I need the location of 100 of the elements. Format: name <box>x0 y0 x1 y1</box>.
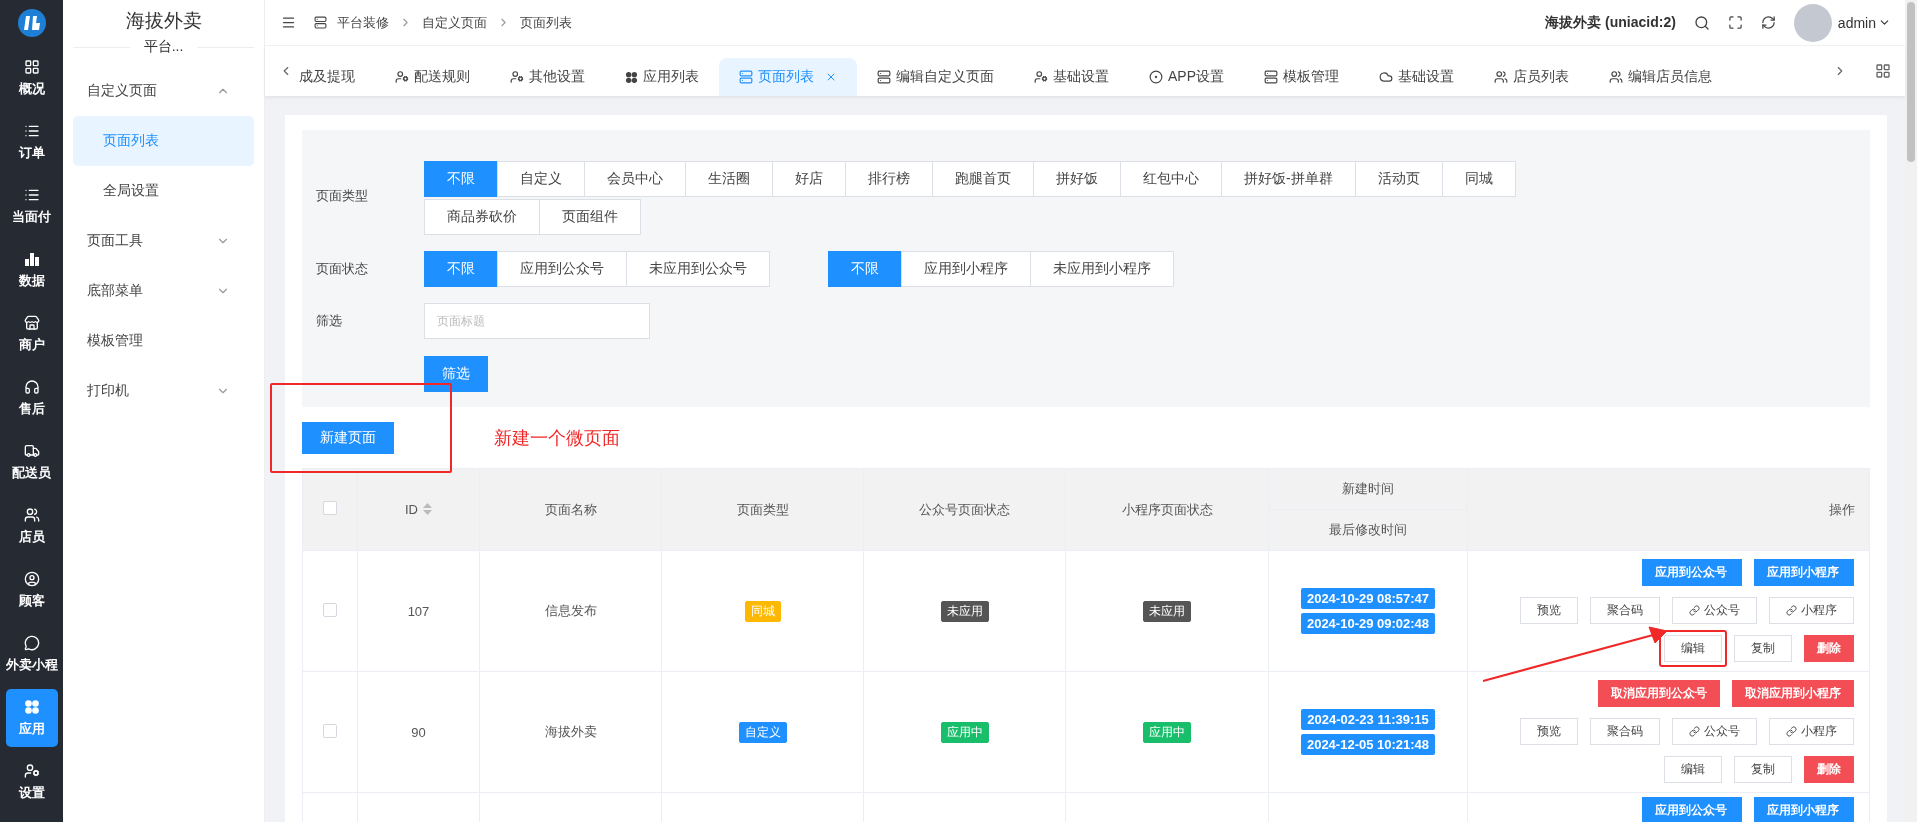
filter-option[interactable]: 同城 <box>1441 161 1516 197</box>
apps-icon <box>23 698 40 715</box>
nav-item[interactable]: 商户 <box>5 305 58 363</box>
menu-group[interactable]: 页面工具 <box>73 216 254 266</box>
nav-item[interactable]: 售后 <box>5 369 58 427</box>
nav-item[interactable]: 数据 <box>5 241 58 299</box>
action-button[interactable]: 编辑 <box>1664 756 1722 783</box>
tab[interactable]: 基础设置 <box>1014 58 1129 96</box>
filter-option[interactable]: 好店 <box>772 161 846 197</box>
column-header: 最后修改时间 <box>1268 509 1468 551</box>
action-button[interactable]: 取消应用到公众号 <box>1598 680 1720 707</box>
filter-option[interactable]: 生活圈 <box>685 161 773 197</box>
time-tag: 2024-10-29 08:57:47 <box>1300 588 1436 609</box>
store-icon <box>23 314 40 331</box>
nav-item[interactable]: 设置 <box>5 753 58 811</box>
action-button[interactable]: 编辑 <box>1664 635 1722 662</box>
filter-option[interactable]: 未应用到公众号 <box>626 251 770 287</box>
menu-group[interactable]: 打印机 <box>73 366 254 416</box>
filter-option[interactable]: 应用到小程序 <box>901 251 1031 287</box>
fullscreen-icon[interactable] <box>1727 15 1743 30</box>
time-tag: 2024-12-05 10:21:48 <box>1300 734 1436 755</box>
nav-item[interactable]: 外卖小程 <box>5 625 58 683</box>
menu-toggle-icon[interactable] <box>281 15 296 30</box>
checkbox[interactable] <box>323 602 337 617</box>
filter-option[interactable]: 拼好饭 <box>1033 161 1121 197</box>
action-button[interactable]: 删除 <box>1804 635 1854 662</box>
refresh-icon[interactable] <box>1760 15 1776 30</box>
avatar <box>1793 3 1832 42</box>
sidebar-title: 海拔外卖 <box>124 9 203 33</box>
action-button[interactable]: 预览 <box>1520 597 1578 624</box>
nav-item[interactable]: 配送员 <box>5 433 58 491</box>
menu-item[interactable]: 模板管理 <box>73 316 254 366</box>
nav-item[interactable]: 概况 <box>5 49 58 107</box>
menu-group[interactable]: 底部菜单 <box>73 266 254 316</box>
breadcrumb-link[interactable]: 页面列表 <box>520 13 572 32</box>
filter-label: 页面状态 <box>316 260 369 278</box>
filter-option[interactable]: 活动页 <box>1354 161 1443 197</box>
nav-item[interactable]: 订单 <box>5 113 58 171</box>
filter-label: 筛选 <box>316 312 343 330</box>
close-icon[interactable] <box>825 71 837 83</box>
action-button[interactable]: 复制 <box>1734 756 1792 783</box>
tab[interactable]: 成及提现 <box>299 58 375 96</box>
grid-icon[interactable] <box>1875 63 1891 79</box>
checkbox[interactable] <box>323 501 337 515</box>
server-icon <box>1264 70 1278 84</box>
filter-option[interactable]: 红包中心 <box>1120 161 1222 197</box>
filter-option[interactable]: 应用到公众号 <box>497 251 627 287</box>
menu-group[interactable]: 自定义页面 <box>73 66 254 116</box>
column-header: 新建时间 <box>1268 468 1468 510</box>
filter-option[interactable]: 拼好饭-拼单群 <box>1221 161 1356 197</box>
action-button[interactable]: 聚合码 <box>1590 718 1660 745</box>
breadcrumb-link[interactable]: 自定义页面 <box>422 13 487 32</box>
logo-icon <box>16 8 47 38</box>
status-tag: 应用中 <box>1143 721 1191 743</box>
action-button[interactable]: 聚合码 <box>1590 597 1660 624</box>
filter-option[interactable]: 自定义 <box>497 161 585 197</box>
type-tag: 自定义 <box>738 721 787 743</box>
tab[interactable]: 店员列表 <box>1474 58 1589 96</box>
column-header: 小程序页面状态 <box>1065 468 1269 551</box>
link-button[interactable]: 公众号 <box>1672 718 1757 745</box>
breadcrumb-link[interactable]: 平台装修 <box>337 13 389 32</box>
table-cell: 信息发布 <box>544 603 597 618</box>
column-header: 公众号页面状态 <box>863 468 1066 551</box>
action-button[interactable]: 复制 <box>1734 635 1792 662</box>
table-cell: 90 <box>411 724 426 740</box>
link-button[interactable]: 公众号 <box>1672 597 1757 624</box>
tab[interactable]: 模板管理 <box>1244 58 1359 96</box>
user-menu[interactable]: admin <box>1837 14 1891 31</box>
search-icon[interactable] <box>1693 14 1710 31</box>
search-field[interactable]: 页面标题 <box>424 303 650 339</box>
filter-option[interactable]: 未应用到小程序 <box>1030 251 1174 287</box>
user-settings-icon <box>510 70 524 84</box>
link-button[interactable]: 小程序 <box>1769 597 1854 624</box>
filter-option[interactable]: 跑腿首页 <box>932 161 1034 197</box>
menu-item[interactable]: 全局设置 <box>73 166 254 216</box>
nav-item[interactable]: 店员 <box>5 497 58 555</box>
tab[interactable]: 编辑自定义页面 <box>857 58 1014 96</box>
tab[interactable]: 基础设置 <box>1359 58 1474 96</box>
headphones-icon <box>23 378 40 395</box>
user-settings-icon <box>1034 70 1048 84</box>
tab[interactable]: 应用列表 <box>605 58 719 96</box>
tab[interactable]: 其他设置 <box>490 58 605 96</box>
filter-option[interactable]: 会员中心 <box>584 161 686 197</box>
tab[interactable]: APP设置 <box>1129 58 1244 96</box>
filter-option[interactable]: 排行榜 <box>845 161 933 197</box>
action-button[interactable]: 删除 <box>1804 756 1854 783</box>
checkbox[interactable] <box>323 723 337 738</box>
tab[interactable]: 配送规则 <box>375 58 490 96</box>
tab[interactable]: 编辑店员信息 <box>1589 58 1732 96</box>
bar-chart-icon <box>23 250 40 267</box>
link-icon <box>1689 726 1700 737</box>
action-button[interactable]: 取消应用到小程序 <box>1732 680 1854 707</box>
user-settings-icon <box>23 762 40 779</box>
action-button[interactable]: 预览 <box>1520 718 1578 745</box>
nav-item[interactable]: 当面付 <box>5 177 58 235</box>
filter-option[interactable]: 页面组件 <box>539 199 641 235</box>
grid-icon <box>23 58 40 75</box>
filter-option[interactable]: 商品券砍价 <box>424 199 540 235</box>
nav-item[interactable]: 顾客 <box>5 561 58 619</box>
link-button[interactable]: 小程序 <box>1769 718 1854 745</box>
